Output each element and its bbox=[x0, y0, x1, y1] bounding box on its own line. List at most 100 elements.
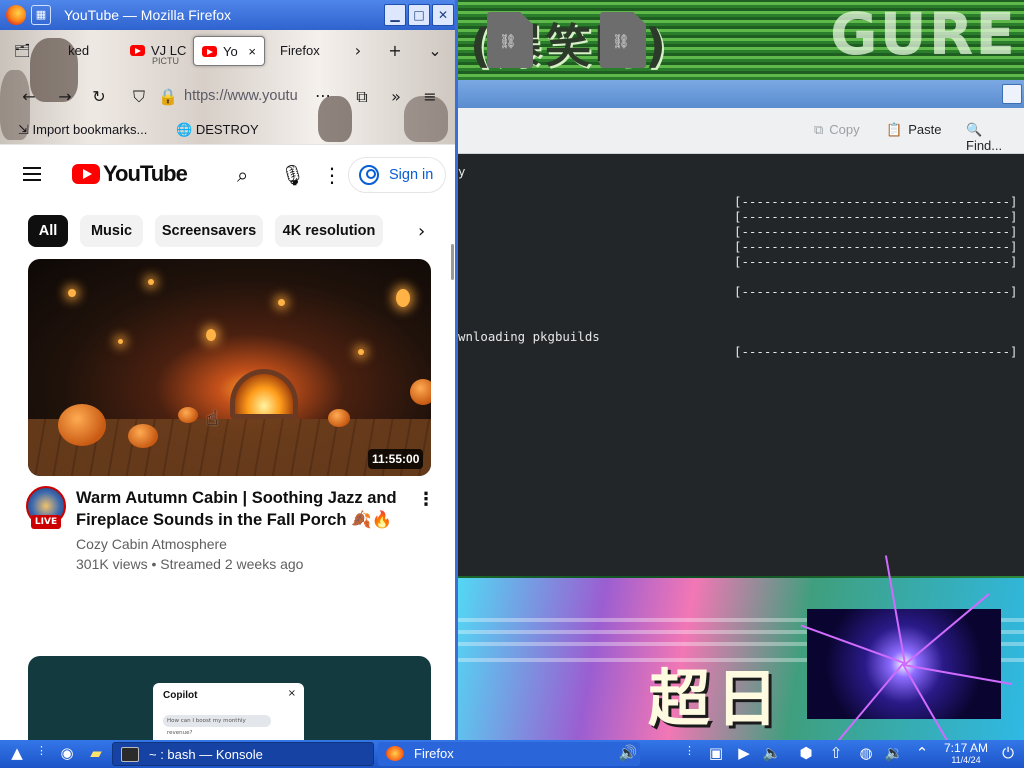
chip-music[interactable]: Music bbox=[80, 215, 143, 247]
terminal-line: [------------------------------------] 1… bbox=[458, 344, 1024, 359]
volume-icon[interactable]: 🔈 bbox=[762, 744, 782, 762]
tab-vj[interactable]: VJ LC PICTU bbox=[122, 36, 188, 66]
desktop-banner-text-right: GURE bbox=[830, 0, 1017, 68]
chip-all[interactable]: All bbox=[28, 215, 68, 247]
audio-playing-icon[interactable]: 🔊 bbox=[618, 744, 638, 762]
firefox-window[interactable]: ▦ YouTube — Mozilla Firefox ▁ □ ✕ 🗂 ked … bbox=[0, 0, 458, 740]
channel-name[interactable]: Cozy Cabin Atmosphere bbox=[76, 536, 227, 552]
lock-icon[interactable]: 🔒 bbox=[158, 87, 178, 106]
next-video-thumbnail[interactable]: Copilot × How can I boost my monthly rev… bbox=[28, 656, 431, 740]
hand-cursor-icon: ☝ bbox=[206, 406, 219, 430]
tab-bookmarked[interactable]: 🗂 ked bbox=[6, 36, 106, 66]
hamburger-menu-icon[interactable] bbox=[23, 167, 41, 181]
tab-youtube-active[interactable]: Yo × bbox=[193, 36, 265, 66]
terminal-line: [------------------------------------] 1… bbox=[458, 239, 1024, 254]
video-title[interactable]: Warm Autumn Cabin | Soothing Jazz and Fi… bbox=[76, 487, 416, 531]
updates-icon[interactable]: ⇧ bbox=[826, 744, 846, 762]
media-play-icon[interactable]: ▶ bbox=[734, 744, 754, 762]
separator-icon: ⋮ bbox=[36, 744, 47, 757]
youtube-favicon-icon bbox=[130, 45, 145, 56]
chip-screensavers[interactable]: Screensavers bbox=[155, 215, 263, 247]
firefox-titlebar[interactable]: ▦ YouTube — Mozilla Firefox ▁ □ ✕ bbox=[0, 0, 455, 30]
konsole-toolbar: ⧉ Copy 📋 Paste 🔍Find... bbox=[458, 108, 1024, 154]
video-more-options-icon[interactable]: ⋮ bbox=[417, 489, 435, 510]
chevron-right-icon[interactable]: › bbox=[418, 221, 425, 242]
reload-icon[interactable]: ↻ bbox=[90, 87, 108, 106]
taskbar-task-firefox[interactable]: Firefox bbox=[378, 742, 640, 766]
search-icon: 🔍 bbox=[966, 122, 983, 137]
maximize-button[interactable]: □ bbox=[408, 4, 430, 26]
chip-4k-resolution[interactable]: 4K resolution bbox=[275, 215, 383, 247]
tray-expand-icon[interactable]: ⌃ bbox=[912, 744, 932, 762]
list-all-tabs-icon[interactable]: ⌄ bbox=[426, 41, 444, 60]
notifications-icon[interactable]: ⬢ bbox=[796, 744, 816, 762]
forward-icon[interactable]: → bbox=[56, 87, 74, 106]
close-button[interactable]: ✕ bbox=[432, 4, 454, 26]
window-list-icon[interactable]: ▣ bbox=[706, 744, 726, 762]
file-manager-icon[interactable]: ▰ bbox=[86, 744, 106, 762]
new-tab-icon[interactable]: + bbox=[386, 41, 404, 60]
terminal-output[interactable]: y [------------------------------------]… bbox=[458, 154, 1024, 576]
back-icon[interactable]: ← bbox=[20, 87, 38, 106]
app-grid-icon[interactable]: ▦ bbox=[31, 5, 51, 25]
taskbar: ▲ ⋮ ◉ ▰ ~ : bash — Konsole Firefox 🔊 ⋮ ▣… bbox=[0, 740, 1024, 768]
taskbar-task-konsole[interactable]: ~ : bash — Konsole bbox=[112, 742, 374, 766]
terminal-line: [------------------------------------] 1… bbox=[458, 194, 1024, 209]
app-launcher-icon[interactable]: ▲ bbox=[8, 744, 26, 762]
find-button[interactable]: 🔍Find... bbox=[966, 122, 1024, 153]
konsole-maximize-button[interactable] bbox=[1002, 84, 1022, 104]
terminal-line: [------------------------------------] 1… bbox=[458, 209, 1024, 224]
terminal-line: y bbox=[458, 164, 466, 179]
globe-icon: 🌐 bbox=[176, 122, 193, 137]
separator-icon: ⋮ bbox=[684, 744, 695, 757]
live-badge: LIVE bbox=[31, 515, 61, 529]
tracking-shield-icon[interactable]: ⛉ bbox=[130, 87, 148, 107]
page-actions-icon[interactable]: ⋯ bbox=[312, 86, 334, 105]
tab-firefox[interactable]: Firefox bbox=[272, 36, 342, 66]
video-thumbnail[interactable] bbox=[28, 259, 431, 476]
youtube-logo-text[interactable]: YouTube bbox=[103, 161, 188, 187]
terminal-line: [------------------------------------] 1… bbox=[458, 224, 1024, 239]
tab-scroll-right-icon[interactable]: › bbox=[350, 41, 366, 60]
copy-icon: ⧉ bbox=[814, 122, 824, 137]
power-icon[interactable]: ⏻ bbox=[998, 744, 1018, 762]
more-options-icon[interactable]: ⋮ bbox=[322, 163, 342, 187]
speaker-icon[interactable]: 🔉 bbox=[884, 744, 904, 762]
url-bar[interactable]: https://www.youtu bbox=[184, 88, 298, 104]
konsole-window[interactable]: ⧉ Copy 📋 Paste 🔍Find... y [---------------… bbox=[458, 80, 1024, 576]
network-icon[interactable]: ◍ bbox=[856, 744, 876, 762]
tab-list-icon: 🗂 bbox=[14, 43, 31, 58]
terminal-line: [------------------------------------] 1… bbox=[458, 284, 1024, 299]
firefox-icon bbox=[386, 746, 404, 761]
youtube-favicon-icon bbox=[202, 46, 217, 57]
bookmark-destroy[interactable]: 🌐 DESTROY bbox=[176, 122, 259, 138]
firefox-logo-icon bbox=[6, 5, 26, 25]
youtube-page: YouTube ⌕ 🎙 ⋮ Sign in All Music Screensa… bbox=[0, 144, 455, 740]
terminal-line: wnloading pkgbuilds bbox=[458, 329, 600, 344]
microphone-icon[interactable]: 🎙 bbox=[280, 163, 305, 187]
search-icon[interactable]: ⌕ bbox=[237, 163, 248, 187]
browser-launcher-icon[interactable]: ◉ bbox=[58, 744, 76, 762]
more-tools-icon[interactable]: » bbox=[386, 87, 406, 106]
extensions-icon[interactable]: ⧉ bbox=[352, 87, 372, 107]
paste-button[interactable]: 📋 Paste bbox=[886, 122, 941, 138]
youtube-header: YouTube ⌕ 🎙 ⋮ Sign in bbox=[0, 145, 455, 207]
import-bookmarks-link[interactable]: ⇲ Import bookmarks... bbox=[18, 122, 147, 138]
browser-chrome: 🗂 ked VJ LC PICTU Yo × Firefox › + ⌄ ← →… bbox=[0, 30, 455, 144]
konsole-titlebar[interactable] bbox=[458, 80, 1024, 108]
copy-button[interactable]: ⧉ Copy bbox=[814, 122, 860, 138]
desktop-file-icon[interactable]: ⛓ bbox=[600, 12, 646, 68]
clock[interactable]: 7:17 AM 11/4/24 bbox=[938, 741, 994, 766]
page-scrollbar[interactable] bbox=[451, 244, 454, 280]
close-tab-icon[interactable]: × bbox=[248, 37, 256, 67]
menu-icon[interactable]: ≡ bbox=[420, 87, 440, 106]
desktop-file-icon[interactable]: ⛓ bbox=[487, 12, 533, 68]
terminal-icon bbox=[121, 747, 139, 762]
video-duration: 11:55:00 bbox=[368, 449, 424, 469]
minimize-button[interactable]: ▁ bbox=[384, 4, 406, 26]
sign-in-button[interactable]: Sign in bbox=[348, 157, 446, 193]
youtube-logo-icon[interactable] bbox=[72, 164, 100, 184]
